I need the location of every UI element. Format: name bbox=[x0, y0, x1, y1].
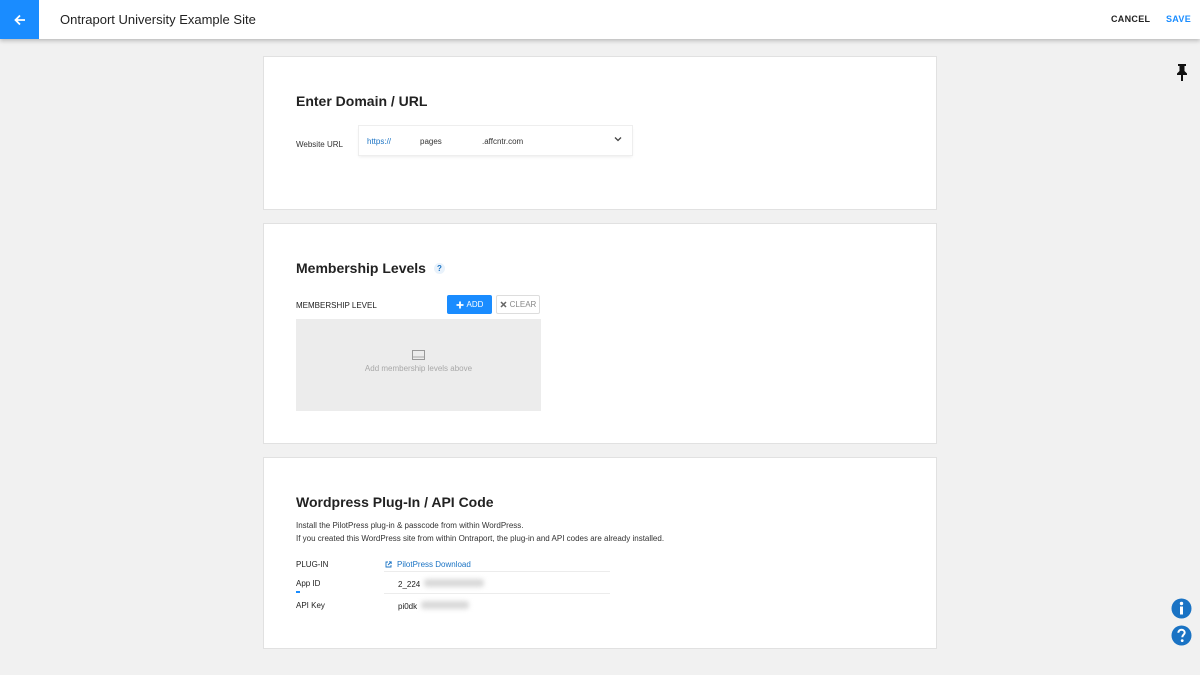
url-protocol: https:// bbox=[367, 137, 392, 146]
pin-icon[interactable] bbox=[1172, 62, 1192, 87]
website-url-select[interactable]: https:// pages .affcntr.com bbox=[359, 126, 632, 155]
redacted-api-key bbox=[421, 601, 469, 609]
membership-level-label: MEMBERSHIP LEVEL bbox=[296, 301, 377, 310]
close-icon bbox=[500, 301, 507, 308]
website-url-label: Website URL bbox=[296, 140, 343, 149]
app-id-label: App ID bbox=[296, 579, 321, 588]
membership-help-icon[interactable]: ? bbox=[434, 263, 445, 274]
row-divider bbox=[384, 571, 610, 572]
clear-button-label: CLEAR bbox=[509, 300, 537, 309]
plugin-label: PLUG-IN bbox=[296, 560, 329, 569]
external-link-icon bbox=[385, 561, 392, 568]
row-divider bbox=[384, 593, 610, 594]
redacted-app-id bbox=[424, 579, 484, 587]
empty-state-text: Add membership levels above bbox=[364, 364, 473, 373]
help-icon[interactable] bbox=[1171, 625, 1192, 651]
add-button-label: ADD bbox=[466, 300, 484, 309]
plugin-section-title: Wordpress Plug-In / API Code bbox=[296, 494, 494, 510]
url-domain: .affcntr.com bbox=[482, 137, 524, 146]
back-button[interactable] bbox=[0, 0, 39, 39]
membership-card: Membership Levels ? MEMBERSHIP LEVEL ADD… bbox=[263, 223, 937, 444]
plugin-description-line2: If you created this WordPress site from … bbox=[296, 534, 665, 543]
url-subdomain[interactable]: pages bbox=[420, 137, 442, 146]
api-key-label: API Key bbox=[296, 601, 325, 610]
plugin-card: Wordpress Plug-In / API Code Install the… bbox=[263, 457, 937, 649]
plugin-description-line1: Install the PilotPress plug-in & passcod… bbox=[296, 521, 524, 530]
chevron-down-icon bbox=[614, 137, 622, 142]
domain-section-title: Enter Domain / URL bbox=[296, 93, 428, 109]
info-icon[interactable] bbox=[1171, 598, 1192, 624]
arrow-left-icon bbox=[13, 14, 25, 25]
membership-empty-state: Add membership levels above bbox=[296, 319, 541, 411]
add-button[interactable]: ADD bbox=[447, 295, 492, 314]
empty-box-icon bbox=[412, 350, 425, 360]
app-id-value: 2_224 bbox=[398, 580, 421, 589]
cancel-button[interactable]: CANCEL bbox=[1111, 14, 1150, 24]
api-key-value: pi0dk bbox=[398, 602, 418, 611]
top-bar: Ontraport University Example Site CANCEL… bbox=[0, 0, 1200, 39]
save-button[interactable]: SAVE bbox=[1166, 14, 1191, 24]
pilotpress-download-link[interactable]: PilotPress Download bbox=[385, 560, 471, 569]
site-title: Ontraport University Example Site bbox=[60, 12, 256, 27]
plus-icon bbox=[456, 301, 464, 308]
clear-button[interactable]: CLEAR bbox=[496, 295, 540, 314]
row-indicator bbox=[296, 591, 300, 593]
domain-card: Enter Domain / URL Website URL https:// … bbox=[263, 56, 937, 210]
pilotpress-download-label: PilotPress Download bbox=[397, 560, 471, 569]
membership-section-title: Membership Levels bbox=[296, 260, 426, 276]
